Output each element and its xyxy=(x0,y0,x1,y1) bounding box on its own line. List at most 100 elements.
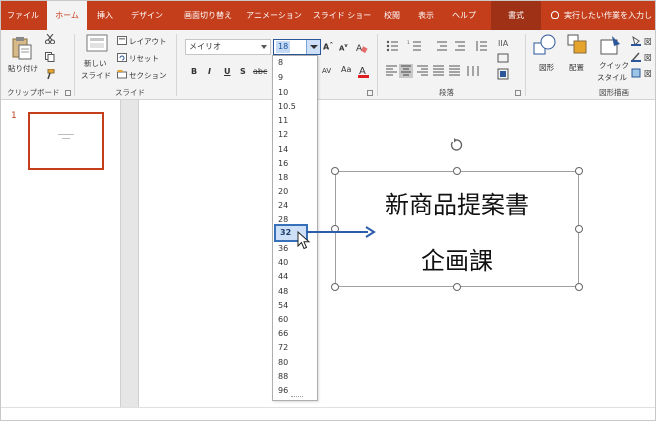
font-size-option[interactable]: 10.5 xyxy=(278,102,296,111)
font-size-option[interactable]: 66 xyxy=(278,329,288,338)
section-button[interactable]: セクション xyxy=(129,70,167,81)
tab-home[interactable]: ホーム xyxy=(47,1,87,31)
font-size-option[interactable]: 12 xyxy=(278,130,288,139)
dropdown-resize-grip[interactable] xyxy=(291,396,303,398)
layout-button[interactable]: レイアウト xyxy=(129,36,167,47)
font-size-option[interactable]: 24 xyxy=(278,201,288,210)
format-painter-icon[interactable] xyxy=(45,69,55,79)
font-size-dropdown-button[interactable] xyxy=(306,40,320,54)
shrink-font-button[interactable]: Av xyxy=(339,43,348,52)
tab-file[interactable]: ファイル xyxy=(1,1,45,30)
resize-handle-top-right[interactable] xyxy=(575,167,583,175)
resize-handle-right[interactable] xyxy=(575,225,583,233)
quick-styles-icon[interactable] xyxy=(600,34,622,56)
tab-design[interactable]: デザイン xyxy=(125,1,169,30)
character-spacing-button[interactable]: AV xyxy=(322,67,331,75)
paste-icon[interactable] xyxy=(11,36,33,60)
layout-icon[interactable] xyxy=(117,36,127,45)
font-size-combo[interactable]: 18 xyxy=(273,39,321,55)
shape-fill-label[interactable]: 図 xyxy=(644,36,652,47)
shape-outline-icon[interactable] xyxy=(631,52,641,62)
shape-outline-label[interactable]: 図 xyxy=(644,52,652,63)
font-size-option[interactable]: 96 xyxy=(278,386,288,395)
new-slide-label-2[interactable]: スライド xyxy=(81,70,111,81)
font-launcher-icon[interactable] xyxy=(367,90,373,96)
font-size-value[interactable]: 18 xyxy=(276,41,291,53)
shapes-label[interactable]: 図形 xyxy=(539,62,554,73)
font-size-option[interactable]: 8 xyxy=(278,58,283,67)
bold-button[interactable]: B xyxy=(191,67,197,76)
tab-slideshow[interactable]: スライド ショー xyxy=(311,1,373,30)
font-size-option[interactable]: 60 xyxy=(278,315,288,324)
font-size-option[interactable]: 72 xyxy=(278,343,288,352)
reset-button[interactable]: リセット xyxy=(129,53,159,64)
tell-me-box[interactable]: 実行したい作業を入力し xyxy=(551,1,652,30)
strikethrough-button[interactable]: abc xyxy=(253,67,267,76)
paragraph-launcher-icon[interactable] xyxy=(515,90,521,96)
font-size-option[interactable]: 9 xyxy=(278,73,283,82)
change-case-button[interactable]: Aa xyxy=(341,65,351,74)
font-size-option[interactable]: 14 xyxy=(278,145,288,154)
resize-handle-top[interactable] xyxy=(453,167,461,175)
chevron-down-icon[interactable] xyxy=(261,45,267,49)
shape-effects-label[interactable]: 図 xyxy=(644,68,652,79)
font-size-option[interactable]: 44 xyxy=(278,272,288,281)
svg-text:IIA: IIA xyxy=(498,39,509,48)
resize-handle-bottom-left[interactable] xyxy=(331,283,339,291)
tab-transitions[interactable]: 画面切り替え xyxy=(177,1,239,30)
arrange-label[interactable]: 配置 xyxy=(569,62,584,73)
paragraph-top-row-icons[interactable]: 1 xyxy=(385,39,515,53)
shadow-button[interactable]: S xyxy=(240,67,246,76)
font-size-option[interactable]: 10 xyxy=(278,88,288,97)
pane-splitter[interactable] xyxy=(121,100,139,407)
font-size-option[interactable]: 88 xyxy=(278,372,288,381)
section-icon[interactable] xyxy=(117,70,127,79)
font-size-option[interactable]: 36 xyxy=(278,244,288,253)
tab-review[interactable]: 校閲 xyxy=(379,1,405,30)
resize-handle-bottom[interactable] xyxy=(453,283,461,291)
shapes-icon[interactable] xyxy=(533,34,557,56)
font-size-option[interactable]: 20 xyxy=(278,187,288,196)
svg-text:1: 1 xyxy=(407,40,410,45)
tab-view[interactable]: 表示 xyxy=(413,1,439,30)
resize-handle-top-left[interactable] xyxy=(331,167,339,175)
rotate-handle-icon[interactable] xyxy=(449,138,463,152)
font-size-option[interactable]: 18 xyxy=(278,173,288,182)
shape-fill-icon[interactable] xyxy=(631,36,641,46)
resize-handle-bottom-right[interactable] xyxy=(575,283,583,291)
italic-button[interactable]: I xyxy=(208,67,211,76)
font-size-option[interactable]: 28 xyxy=(278,215,288,224)
paste-label[interactable]: 貼り付け xyxy=(8,63,38,74)
copy-icon[interactable] xyxy=(45,52,55,62)
underline-button[interactable]: U xyxy=(224,67,231,76)
new-slide-label-1[interactable]: 新しい xyxy=(84,58,107,69)
grow-font-button[interactable]: A^ xyxy=(323,42,333,52)
new-slide-icon[interactable] xyxy=(86,34,108,54)
paragraph-alignment-icons[interactable] xyxy=(385,64,515,78)
cut-icon[interactable] xyxy=(45,34,55,44)
tab-format[interactable]: 書式 xyxy=(491,1,541,30)
clear-formatting-icon[interactable]: A xyxy=(356,42,368,53)
tab-insert[interactable]: 挿入 xyxy=(89,1,121,30)
font-color-icon[interactable]: A xyxy=(357,64,371,78)
clipboard-launcher-icon[interactable] xyxy=(65,90,71,96)
slide-subtitle-line[interactable]: 企画課 xyxy=(335,241,579,276)
slide-title-line[interactable]: 新商品提案書 xyxy=(335,185,579,220)
font-size-option[interactable]: 54 xyxy=(278,301,288,310)
quick-styles-label-2[interactable]: スタイル xyxy=(597,72,627,83)
text-direction-icons[interactable]: IIA xyxy=(497,36,511,86)
arrange-icon[interactable] xyxy=(567,34,589,56)
slide-thumbnail[interactable] xyxy=(28,112,104,170)
tab-help[interactable]: ヘルプ xyxy=(449,1,479,30)
quick-styles-label-1[interactable]: クイック xyxy=(599,60,629,71)
font-size-option[interactable]: 40 xyxy=(278,258,288,267)
font-size-option[interactable]: 11 xyxy=(278,116,288,125)
font-name-combo[interactable]: メイリオ xyxy=(185,39,271,55)
reset-icon[interactable] xyxy=(117,53,127,62)
font-size-option[interactable]: 16 xyxy=(278,159,288,168)
font-size-option[interactable]: 48 xyxy=(278,287,288,296)
font-size-option[interactable]: 80 xyxy=(278,358,288,367)
tab-animations[interactable]: アニメーション xyxy=(245,1,303,30)
annotation-arrow-icon xyxy=(306,226,376,238)
shape-effects-icon[interactable] xyxy=(631,68,641,78)
